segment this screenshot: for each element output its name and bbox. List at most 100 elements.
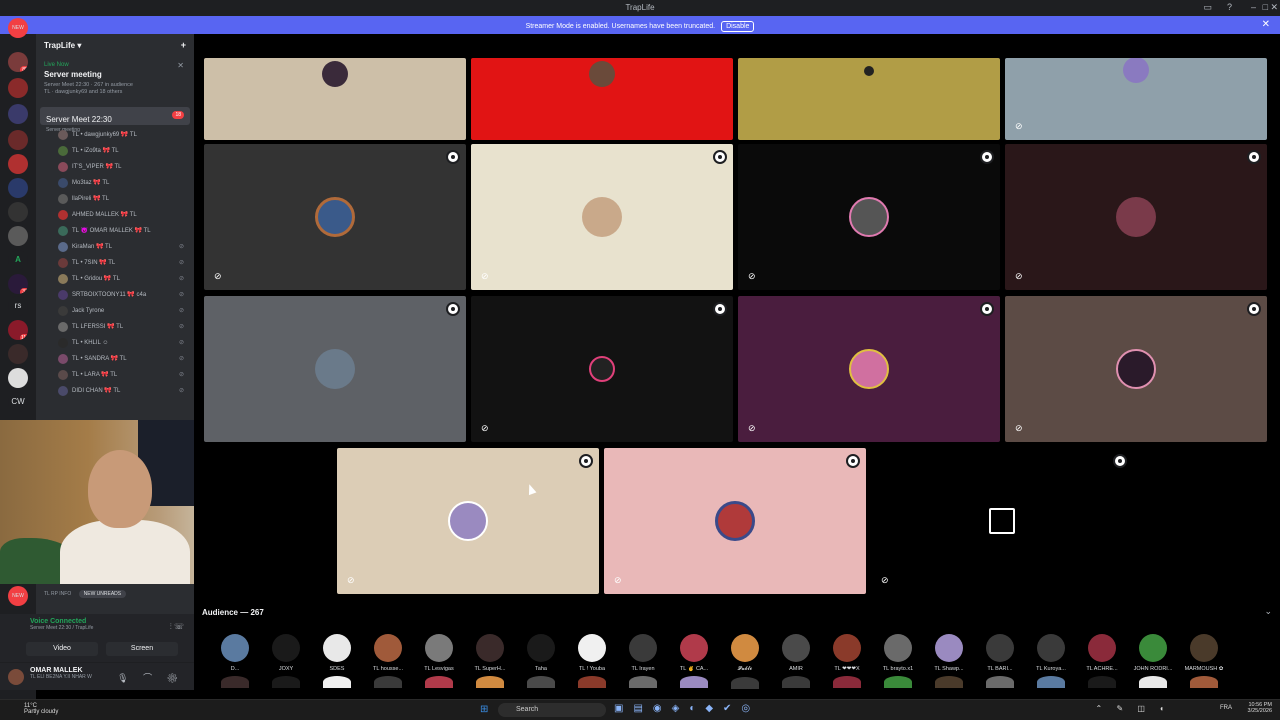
audience-member[interactable]: SDES <box>312 634 362 688</box>
member-item[interactable]: TL • Gridou 🎀 TL ⊘ <box>36 271 194 287</box>
audience-member[interactable]: MARMOUSH ✿ <box>1179 634 1229 688</box>
add-person-icon[interactable]: + <box>181 40 186 50</box>
server-icon[interactable] <box>8 104 28 124</box>
member-item[interactable]: TL • KHLIL ☺ ⊘ <box>36 335 194 351</box>
audience-member[interactable]: 𝓟𝓪𝓫𝓵𝓸 <box>720 634 770 689</box>
member-item[interactable]: AHMED MALLEK 🎀 TL <box>36 207 194 223</box>
member-item[interactable]: KiraMan 🎀 TL ⊘ <box>36 239 194 255</box>
audience-member[interactable]: JOHN RODRI... <box>1128 634 1178 688</box>
speaker-tile[interactable]: ⊘ <box>1005 296 1267 442</box>
speaker-tile[interactable]: ⊘ <box>204 144 466 290</box>
clock[interactable]: 10:56 PM 3/25/2026 <box>1248 702 1272 714</box>
member-item[interactable]: TL • dawgjunky69 🎀 TL <box>36 127 194 143</box>
server-icon[interactable] <box>8 154 28 174</box>
member-item[interactable]: SRTBOIXTOONY11 🎀 c4a ⊘ <box>36 287 194 303</box>
member-item[interactable]: TL LFERSSI 🎀 TL ⊘ <box>36 319 194 335</box>
server-header[interactable]: TrapLife ▾ + <box>36 34 194 58</box>
audience-member[interactable]: TL SuperH... <box>465 634 515 688</box>
avatar[interactable] <box>8 669 24 685</box>
close-window-icon[interactable]: ✕ <box>1270 2 1278 13</box>
audience-member[interactable]: TL ❤❤❤X <box>822 634 872 688</box>
speaker-tile[interactable]: ⊘ <box>471 296 733 442</box>
close-icon[interactable]: ✕ <box>177 61 184 70</box>
speaker-tile[interactable]: ⊘ <box>471 144 733 290</box>
speaker-tile[interactable] <box>738 58 1000 140</box>
server-icon[interactable] <box>8 202 28 222</box>
speaker-tile[interactable]: ⊘ <box>1005 144 1267 290</box>
audience-member[interactable]: TL Irayen <box>618 634 668 688</box>
server-icon[interactable] <box>8 130 28 150</box>
server-new[interactable]: NEW <box>8 18 28 38</box>
speaker-tile[interactable]: ⊘ <box>1005 58 1267 140</box>
audience-member[interactable]: TL ACHRE... <box>1077 634 1127 688</box>
server-icon[interactable] <box>8 78 28 98</box>
server-new-bottom[interactable]: NEW <box>8 586 28 606</box>
stage-channel[interactable]: Server Meet 22:30 Server meeting 18 <box>40 107 190 133</box>
disconnect-icon[interactable]: ⫶ ☏ <box>170 622 184 632</box>
disable-streamer-button[interactable]: Disable <box>721 21 755 32</box>
audience-member[interactable]: TL brayto.x1 <box>873 634 923 688</box>
audience-member[interactable]: TL Lesvigas <box>414 634 464 688</box>
member-item[interactable]: TL 😈 OMAR MALLEK 🎀 TL <box>36 223 194 239</box>
server-count-badge: 31 <box>20 288 28 294</box>
member-item[interactable]: TL • iZo9ta 🎀 TL <box>36 143 194 159</box>
member-item[interactable]: llaPireli 🎀 TL <box>36 191 194 207</box>
audience-member[interactable]: TL Kuroya... <box>1026 634 1076 688</box>
audience-member[interactable]: TL houssе... <box>363 634 413 688</box>
member-item[interactable]: Jack Tyrone ⊘ <box>36 303 194 319</box>
taskbar-search[interactable]: Search <box>498 703 606 717</box>
member-item[interactable]: IT'S_VIPER 🎀 TL <box>36 159 194 175</box>
live-event-card[interactable]: Live Now Server meeting Server Meet 22:3… <box>36 58 194 99</box>
pinned-apps[interactable]: ▣▤◉◈◐◆✔◎ <box>614 703 760 714</box>
member-item[interactable]: TL • 7SIN 🎀 TL ⊘ <box>36 255 194 271</box>
chevron-down-icon[interactable]: ⌄ <box>1264 606 1272 617</box>
maximize-icon[interactable]: □ <box>1263 2 1268 12</box>
audience-member[interactable]: AMIR <box>771 634 821 688</box>
language-indicator[interactable]: FRA <box>1220 705 1232 711</box>
member-item[interactable]: TL • SANDRA 🎀 TL ⊘ <box>36 351 194 367</box>
speaker-tile[interactable] <box>204 58 466 140</box>
server-rs[interactable]: rs <box>8 296 28 316</box>
system-tray[interactable]: ⌃ ✎ ◫ ◖ <box>1096 704 1170 713</box>
server-icon[interactable] <box>8 368 28 388</box>
audience-member[interactable]: TL Shawp... <box>924 634 974 688</box>
audience-header[interactable]: Audience — 267 <box>202 608 264 617</box>
speaker-tile[interactable] <box>204 296 466 442</box>
audience-member[interactable]: D... <box>210 634 260 688</box>
inbox-icon[interactable]: ▭ <box>1203 2 1212 13</box>
member-item[interactable]: Mo3taz 🎀 TL <box>36 175 194 191</box>
server-icon[interactable]: 88 <box>8 52 28 72</box>
video-button[interactable]: Video <box>26 642 98 656</box>
server-cw[interactable]: CW <box>8 392 28 412</box>
audience-member[interactable]: TL ! Youba <box>567 634 617 688</box>
speaker-tile[interactable]: ⊘ <box>871 448 1133 594</box>
speaker-tile[interactable] <box>471 58 733 140</box>
speaker-tile[interactable]: ⊘ <box>604 448 866 594</box>
member-item[interactable]: TL • LARA 🎀 TL ⊘ <box>36 367 194 383</box>
help-icon[interactable]: ? <box>1227 2 1232 12</box>
audience-member[interactable]: JOXY <box>261 634 311 688</box>
banner-close-icon[interactable]: ✕ <box>1262 19 1270 30</box>
server-icon[interactable]: 116 <box>8 320 28 340</box>
voice-panel: Voice Connected Server Meet 22:30 / Trap… <box>0 614 194 662</box>
server-icon[interactable]: 31 <box>8 274 28 294</box>
start-icon[interactable]: ⊞ <box>480 704 488 715</box>
audience-member[interactable]: TL ✌ CA... <box>669 634 719 688</box>
speaker-tile[interactable]: ⊘ <box>738 296 1000 442</box>
server-icon[interactable] <box>8 178 28 198</box>
member-name: TL • LARA 🎀 TL <box>72 372 118 378</box>
unread-notice[interactable]: TL RP INFO NEW UNREADS <box>36 586 194 614</box>
new-unreads-pill[interactable]: NEW UNREADS <box>78 590 127 598</box>
server-icon[interactable] <box>8 344 28 364</box>
speaker-tile[interactable]: ⊘ <box>738 144 1000 290</box>
minimize-icon[interactable]: – <box>1251 2 1256 12</box>
member-item[interactable]: DIDI CHAN 🎀 TL ⊘ <box>36 383 194 399</box>
audience-member[interactable]: Taha <box>516 634 566 688</box>
weather-widget[interactable]: 11°C Partly cloudy <box>24 703 58 715</box>
server-icon[interactable] <box>8 226 28 246</box>
server-a[interactable]: A <box>8 250 28 270</box>
user-controls[interactable]: 🎙 ⌒ ⚙ <box>117 671 184 684</box>
audience-member[interactable]: TL BARI... <box>975 634 1025 688</box>
speaker-tile[interactable]: ⊘ <box>337 448 599 594</box>
screen-button[interactable]: Screen <box>106 642 178 656</box>
